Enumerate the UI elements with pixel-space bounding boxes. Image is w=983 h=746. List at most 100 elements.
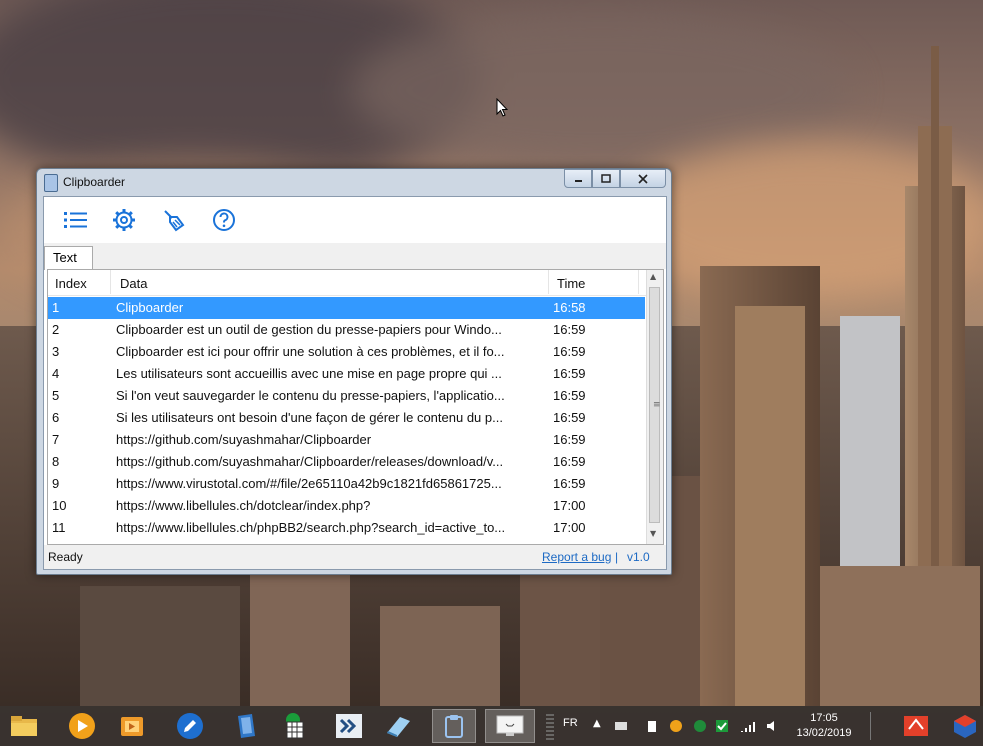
- report-bug-link[interactable]: Report a bug: [542, 550, 611, 564]
- taskbar-file-explorer[interactable]: [4, 709, 44, 743]
- item-data: https://www.libellules.ch/phpBB2/search.…: [116, 520, 506, 535]
- item-data: Les utilisateurs sont accueillis avec un…: [116, 366, 502, 381]
- help-icon: [213, 209, 235, 231]
- orange-app-tray-icon[interactable]: [670, 720, 682, 732]
- column-header-data[interactable]: Data: [120, 276, 147, 291]
- list-item[interactable]: 6 Si les utilisateurs ont besoin d'une f…: [48, 407, 645, 429]
- list-item[interactable]: 2 Clipboarder est un outil de gestion du…: [48, 319, 645, 341]
- taskbar-notes[interactable]: [378, 709, 418, 743]
- taskbar-notebook[interactable]: [226, 709, 266, 743]
- column-header-time[interactable]: Time: [557, 276, 585, 291]
- item-time: 17:00: [553, 498, 586, 513]
- scroll-up-arrow-icon[interactable]: ▲: [650, 272, 656, 281]
- item-time: 16:59: [553, 366, 586, 381]
- clipboard-app-icon: [44, 174, 58, 192]
- vertical-scrollbar[interactable]: ▲ ≡ ▼: [646, 270, 663, 544]
- signal-icon[interactable]: [740, 720, 756, 732]
- status-bar: Ready Report a bug | v1.0: [44, 545, 666, 569]
- notification-divider: [870, 712, 871, 740]
- item-data: Si les utilisateurs ont besoin d'une faç…: [116, 410, 503, 425]
- column-header-index[interactable]: Index: [55, 276, 87, 291]
- list-item[interactable]: 4 Les utilisateurs sont accueillis avec …: [48, 363, 645, 385]
- item-index: 3: [52, 344, 60, 359]
- item-index: 6: [52, 410, 60, 425]
- item-index: 11: [52, 520, 66, 535]
- scroll-down-arrow-icon[interactable]: ▼: [650, 529, 656, 538]
- clipboard-icon: [445, 715, 463, 738]
- status-text: Ready: [48, 550, 83, 564]
- taskbar-video-app[interactable]: [112, 709, 152, 743]
- item-data: Clipboarder est ici pour offrir une solu…: [116, 344, 505, 359]
- item-index: 8: [52, 454, 60, 469]
- mouse-cursor-icon: [496, 98, 508, 117]
- list-item[interactable]: 7 https://github.com/suyashmahar/Clipboa…: [48, 429, 645, 451]
- title-bar[interactable]: Clipboarder: [37, 169, 671, 196]
- list-item[interactable]: 3 Clipboarder est ici pour offrir une so…: [48, 341, 645, 363]
- clipboard-list[interactable]: Index Data Time 1 Clipboarder 16:58 2 Cl…: [47, 269, 664, 545]
- close-button[interactable]: [620, 169, 666, 188]
- cube-icon: [954, 715, 976, 738]
- language-indicator[interactable]: FR: [563, 717, 578, 729]
- settings-button[interactable]: [109, 205, 139, 235]
- list-item[interactable]: 8 https://github.com/suyashmahar/Clipboa…: [48, 451, 645, 473]
- list-item[interactable]: 10 https://www.libellules.ch/dotclear/in…: [48, 495, 645, 517]
- item-index: 5: [52, 388, 60, 403]
- taskbar: FR ▲ 17:05 13/02/2019: [0, 706, 983, 746]
- column-divider[interactable]: [638, 270, 639, 294]
- system-clock[interactable]: 17:05 13/02/2019: [793, 712, 855, 739]
- taskbar-cube-app[interactable]: [947, 709, 983, 743]
- sync-tray-icon[interactable]: [694, 720, 706, 732]
- taskbar-media-player[interactable]: [62, 709, 102, 743]
- pencil-icon: [177, 713, 203, 739]
- list-view-button[interactable]: [61, 205, 91, 235]
- show-hidden-icons-icon[interactable]: ▲: [593, 718, 601, 729]
- sketch-tool-icon: [904, 716, 928, 736]
- list-item[interactable]: 1 Clipboarder 16:58: [48, 297, 645, 319]
- taskbar-spreadsheet[interactable]: [274, 709, 314, 743]
- taskbar-editor[interactable]: [170, 709, 210, 743]
- play-icon: [69, 713, 95, 739]
- item-time: 16:59: [553, 410, 586, 425]
- item-data: Clipboarder est un outil de gestion du p…: [116, 322, 502, 337]
- item-data: Si l'on veut sauvegarder le contenu du p…: [116, 388, 505, 403]
- list-item[interactable]: 5 Si l'on veut sauvegarder le contenu du…: [48, 385, 645, 407]
- item-time: 16:59: [553, 322, 586, 337]
- folder-icon: [11, 716, 37, 736]
- taskbar-separator: [546, 712, 554, 740]
- gear-icon: [113, 209, 135, 231]
- item-index: 10: [52, 498, 67, 513]
- item-index: 7: [52, 432, 60, 447]
- item-index: 4: [52, 366, 60, 381]
- tab-text[interactable]: Text: [44, 246, 93, 270]
- list-item[interactable]: 11 https://www.libellules.ch/phpBB2/sear…: [48, 517, 645, 539]
- scrollbar-thumb[interactable]: ≡: [649, 287, 661, 523]
- toolbar: [44, 197, 666, 243]
- taskbar-clipboarder[interactable]: [432, 709, 476, 743]
- volume-icon[interactable]: [766, 720, 778, 732]
- item-time: 16:59: [553, 432, 586, 447]
- item-index: 9: [52, 476, 60, 491]
- tab-strip: Text: [44, 243, 666, 270]
- taskbar-remote-app[interactable]: [329, 709, 369, 743]
- clipboard-tray-icon[interactable]: [646, 720, 658, 732]
- minimize-button[interactable]: [564, 169, 592, 188]
- grip-icon: ≡: [653, 400, 661, 410]
- taskbar-screen-capture[interactable]: [485, 709, 535, 743]
- column-divider[interactable]: [548, 270, 549, 294]
- clock-time: 17:05: [810, 712, 838, 724]
- maximize-button[interactable]: [592, 169, 620, 188]
- close-icon: [638, 173, 648, 184]
- column-divider[interactable]: [110, 270, 111, 294]
- help-button[interactable]: [209, 205, 239, 235]
- list-item[interactable]: 9 https://www.virustotal.com/#/file/2e65…: [48, 473, 645, 495]
- item-index: 1: [52, 300, 60, 315]
- keyboard-icon[interactable]: [615, 720, 627, 732]
- item-time: 16:59: [553, 388, 586, 403]
- taskbar-design-app[interactable]: [898, 709, 934, 743]
- item-data: Clipboarder: [116, 300, 184, 315]
- maximize-icon: [601, 174, 611, 183]
- clear-history-button[interactable]: [159, 205, 189, 235]
- item-data: https://github.com/suyashmahar/Clipboard…: [116, 432, 372, 447]
- item-time: 16:59: [553, 476, 586, 491]
- security-check-icon[interactable]: [716, 720, 728, 732]
